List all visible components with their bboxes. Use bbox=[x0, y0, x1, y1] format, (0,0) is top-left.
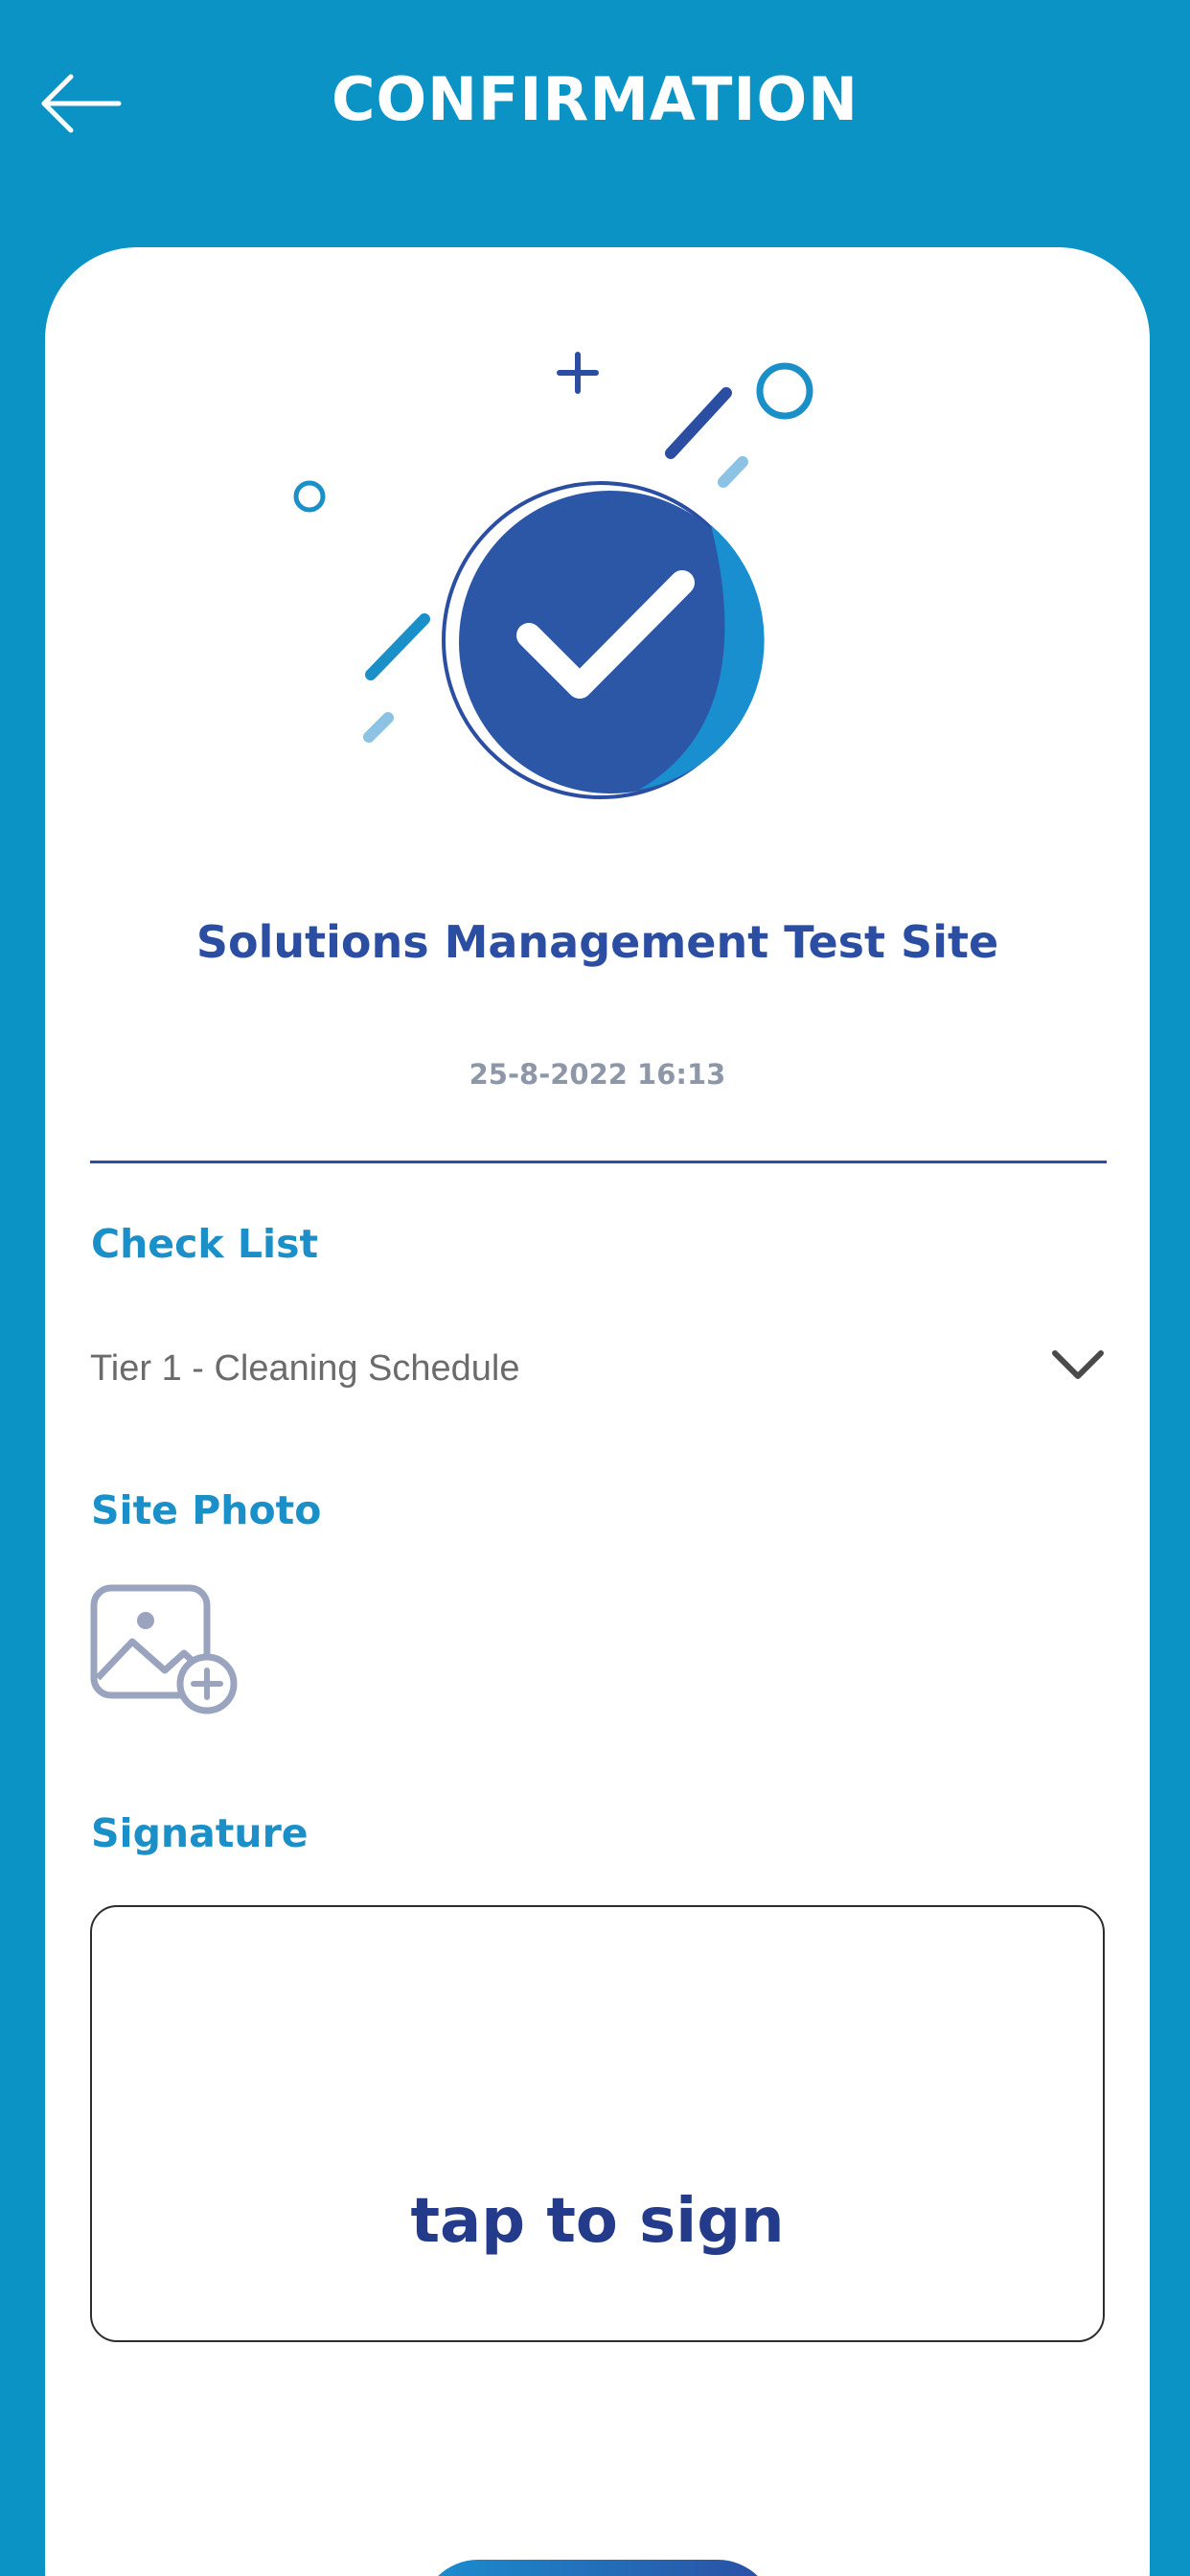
divider bbox=[90, 1161, 1107, 1163]
signature-hint: tap to sign bbox=[410, 2186, 785, 2257]
site-name: Solutions Management Test Site bbox=[195, 916, 999, 968]
submit-button[interactable] bbox=[421, 2560, 775, 2576]
add-image-icon bbox=[90, 1584, 238, 1714]
visit-timestamp: 25-8-2022 16:13 bbox=[469, 1058, 726, 1091]
confirmation-card: Solutions Management Test Site 25-8-2022… bbox=[45, 247, 1150, 2576]
check-circle-icon bbox=[293, 352, 813, 799]
top-bar: CONFIRMATION bbox=[0, 0, 1190, 211]
page-title: CONFIRMATION bbox=[331, 64, 859, 134]
signature-pad[interactable]: tap to sign bbox=[90, 1905, 1105, 2342]
checklist-dropdown[interactable]: Tier 1 - Cleaning Schedule bbox=[90, 1330, 1107, 1407]
site-photo-label: Site Photo bbox=[91, 1487, 322, 1533]
add-site-photo-button[interactable] bbox=[90, 1582, 243, 1716]
confirmation-screen: CONFIRMATION Solutions Management Test S… bbox=[0, 0, 1190, 2576]
success-illustration bbox=[45, 247, 1150, 822]
signature-label: Signature bbox=[91, 1810, 309, 1856]
chevron-down-icon bbox=[1052, 1350, 1104, 1379]
checklist-selected-value: Tier 1 - Cleaning Schedule bbox=[90, 1348, 520, 1389]
checklist-label: Check List bbox=[91, 1221, 319, 1267]
